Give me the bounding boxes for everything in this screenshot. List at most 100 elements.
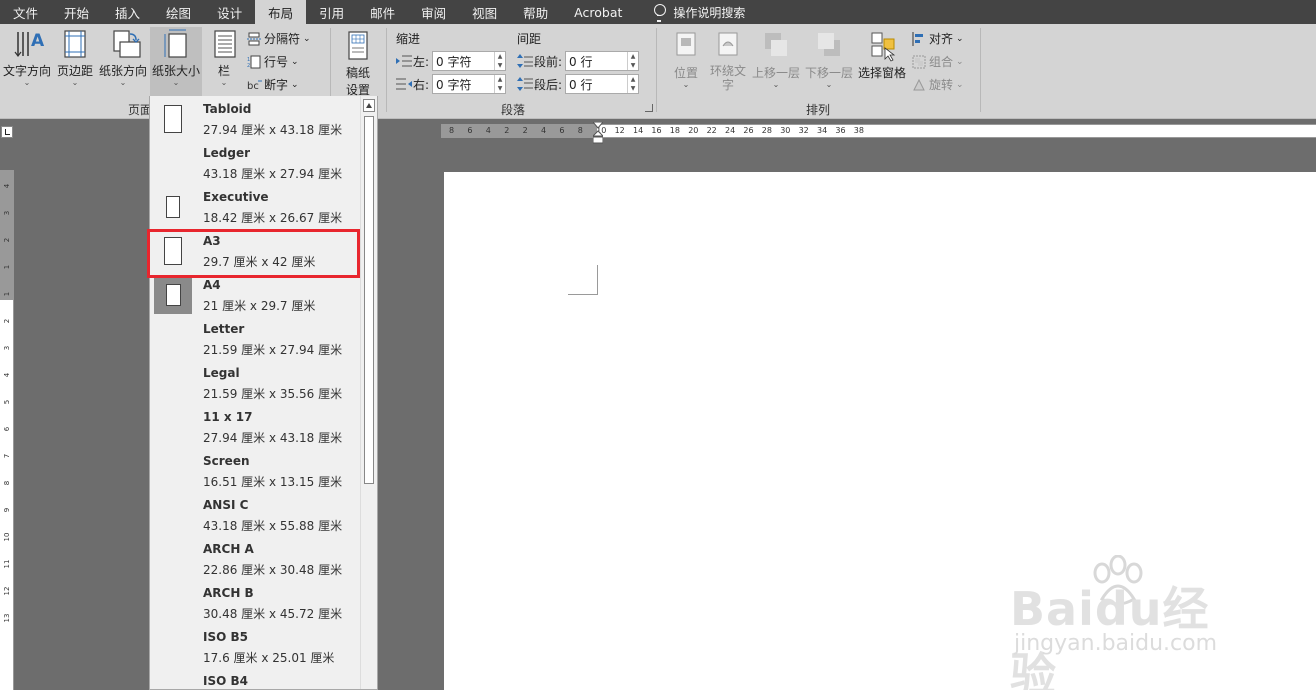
paper-size-list: Tabloid 27.94 厘米 x 43.18 厘米 Ledger 43.18 厘米… bbox=[150, 96, 360, 689]
size-button[interactable]: 纸张大小 ⌄ bbox=[150, 27, 202, 96]
ruler-tick-label: 12 bbox=[614, 126, 625, 135]
indent-right-input[interactable]: 0 字符 ▲ ▼ bbox=[432, 74, 507, 94]
paragraph-dialog-launcher-icon[interactable] bbox=[645, 104, 653, 112]
tell-me-search[interactable]: 操作说明搜索 bbox=[635, 0, 745, 24]
paper-size-dimensions: 30.48 厘米 x 45.72 厘米 bbox=[203, 607, 343, 621]
paper-size-item[interactable]: ARCH A 22.86 厘米 x 30.48 厘米 bbox=[150, 536, 360, 580]
group-divider bbox=[386, 28, 387, 112]
horizontal-ruler[interactable]: 8 6 4 2 2 4 6 8 10 12 14 16 18 20 22 24 26 28 30 32 34 36 38 bbox=[441, 124, 1316, 138]
ruler-tick-label: 3 bbox=[3, 210, 11, 216]
tab-design[interactable]: 设计 bbox=[204, 0, 255, 24]
paper-size-item[interactable]: ISO B5 17.6 厘米 x 25.01 厘米 bbox=[150, 624, 360, 668]
paper-icon bbox=[164, 105, 182, 133]
wrap-text-button[interactable]: 环绕文 字 bbox=[708, 30, 748, 92]
ruler-tick-label: 4 bbox=[485, 126, 491, 135]
ruler-tick-label: 36 bbox=[835, 126, 846, 135]
paper-size-item[interactable]: ISO B4 bbox=[150, 668, 360, 689]
margins-label: 页边距 bbox=[56, 64, 93, 78]
paper-size-dimensions: 27.94 厘米 x 43.18 厘米 bbox=[203, 431, 343, 445]
position-button[interactable]: 位置 ⌄ bbox=[666, 30, 706, 89]
tab-references[interactable]: 引用 bbox=[306, 0, 357, 24]
breaks-button[interactable]: 分隔符 ⌄ bbox=[247, 30, 311, 47]
vertical-ruler[interactable]: 4 3 2 1 1 2 3 4 5 6 7 8 9 10 11 12 13 bbox=[0, 170, 14, 690]
position-label: 位置 bbox=[673, 66, 698, 80]
draft-paper-button[interactable]: 稿纸 设置 bbox=[338, 30, 378, 98]
tab-file[interactable]: 文件 bbox=[0, 0, 51, 24]
dropdown-scrollbar[interactable] bbox=[360, 96, 377, 689]
tab-mailings[interactable]: 邮件 bbox=[357, 0, 408, 24]
spacing-before-row: 段前: 0 行 ▲ ▼ bbox=[517, 51, 640, 71]
tab-insert[interactable]: 插入 bbox=[102, 0, 153, 24]
paper-size-item[interactable]: Letter 21.59 厘米 x 27.94 厘米 bbox=[150, 316, 360, 360]
paper-size-item[interactable]: Ledger 43.18 厘米 x 27.94 厘米 bbox=[150, 140, 360, 184]
scroll-up-icon[interactable] bbox=[363, 99, 375, 112]
scroll-thumb[interactable] bbox=[364, 116, 374, 484]
paper-thumbnail bbox=[154, 144, 192, 182]
spinner-icon[interactable]: ▲ ▼ bbox=[627, 75, 638, 93]
paper-size-item[interactable]: Executive 18.42 厘米 x 26.67 厘米 bbox=[150, 184, 360, 228]
line-numbers-button[interactable]: 12 行号 ⌄ bbox=[247, 53, 299, 70]
rotate-button[interactable]: 旋转 ⌄ bbox=[912, 76, 964, 93]
paper-thumbnail bbox=[154, 628, 192, 666]
paper-size-item[interactable]: A3 29.7 厘米 x 42 厘米 bbox=[150, 228, 360, 272]
paper-size-dimensions: 21.59 厘米 x 27.94 厘米 bbox=[203, 343, 343, 357]
tab-home[interactable]: 开始 bbox=[51, 0, 102, 24]
paper-size-dimensions: 22.86 厘米 x 30.48 厘米 bbox=[203, 563, 343, 577]
paper-size-item[interactable]: Legal 21.59 厘米 x 35.56 厘米 bbox=[150, 360, 360, 404]
paper-size-item[interactable]: 11 x 17 27.94 厘米 x 43.18 厘米 bbox=[150, 404, 360, 448]
paper-thumbnail bbox=[154, 320, 192, 358]
spacing-after-input[interactable]: 0 行 ▲ ▼ bbox=[565, 74, 640, 94]
margins-button[interactable]: 页边距 ⌄ bbox=[54, 28, 96, 87]
group-label: 组合 bbox=[929, 55, 954, 69]
chevron-down-icon: ⌄ bbox=[956, 33, 964, 44]
ruler-tick-label: 8 bbox=[577, 126, 583, 135]
spinner-icon[interactable]: ▲ ▼ bbox=[494, 52, 505, 70]
paper-thumbnail bbox=[154, 540, 192, 578]
hyphenation-button[interactable]: bc 断字 ⌄ bbox=[247, 76, 299, 93]
spacing-after-value: 0 行 bbox=[569, 77, 593, 92]
tab-draw[interactable]: 绘图 bbox=[153, 0, 204, 24]
spinner-icon[interactable]: ▲ ▼ bbox=[627, 52, 638, 70]
paper-size-item[interactable]: ANSI C 43.18 厘米 x 55.88 厘米 bbox=[150, 492, 360, 536]
send-backward-label: 下移一层 bbox=[804, 66, 853, 80]
ruler-tick-label: 11 bbox=[3, 559, 11, 569]
ruler-margin bbox=[441, 125, 597, 137]
spacing-before-input[interactable]: 0 行 ▲ ▼ bbox=[565, 51, 640, 71]
tab-acrobat[interactable]: Acrobat bbox=[561, 0, 635, 24]
align-button[interactable]: 对齐 ⌄ bbox=[912, 30, 964, 47]
svg-text:bc: bc bbox=[247, 81, 259, 92]
tab-layout[interactable]: 布局 bbox=[255, 0, 307, 24]
paper-size-item[interactable]: Screen 16.51 厘米 x 13.15 厘米 bbox=[150, 448, 360, 492]
wrap-text-icon bbox=[713, 30, 743, 62]
selection-pane-button[interactable]: 选择窗格 bbox=[856, 30, 908, 81]
spinner-icon[interactable]: ▲ ▼ bbox=[494, 75, 505, 93]
paper-thumbnail bbox=[154, 364, 192, 402]
paper-size-item[interactable]: A4 21 厘米 x 29.7 厘米 bbox=[150, 272, 360, 316]
paper-size-dimensions: 21.59 厘米 x 35.56 厘米 bbox=[203, 387, 343, 401]
tab-stop-selector-icon[interactable] bbox=[1, 126, 13, 138]
indent-marker-icon[interactable] bbox=[591, 121, 605, 146]
svg-text:2: 2 bbox=[247, 63, 250, 69]
ruler-tick-label: 1 bbox=[3, 264, 11, 270]
text-direction-button[interactable]: A 文字方向 ⌄ bbox=[2, 28, 52, 87]
paper-size-item[interactable]: ARCH B 30.48 厘米 x 45.72 厘米 bbox=[150, 580, 360, 624]
tab-help[interactable]: 帮助 bbox=[510, 0, 561, 24]
menu-bar: 文件 开始 插入 绘图 设计 布局 引用 邮件 审阅 视图 帮助 Acrobat… bbox=[0, 0, 1316, 24]
group-objects-button[interactable]: 组合 ⌄ bbox=[912, 53, 964, 70]
tab-view[interactable]: 视图 bbox=[459, 0, 510, 24]
indent-right-value: 0 字符 bbox=[436, 77, 472, 92]
paper-size-item[interactable]: Tabloid 27.94 厘米 x 43.18 厘米 bbox=[150, 96, 360, 140]
paper-size-name: ARCH B bbox=[203, 586, 254, 600]
tab-review[interactable]: 审阅 bbox=[408, 0, 459, 24]
indent-left-value: 0 字符 bbox=[436, 54, 472, 69]
orientation-button[interactable]: 纸张方向 ⌄ bbox=[97, 28, 149, 87]
send-backward-button[interactable]: 下移一层 ⌄ bbox=[803, 30, 855, 89]
ruler-tick-label: 8 bbox=[3, 480, 11, 486]
bring-forward-button[interactable]: 上移一层 ⌄ bbox=[750, 30, 802, 89]
paper-thumbnail bbox=[154, 408, 192, 446]
lightbulb-icon bbox=[653, 4, 667, 22]
columns-button[interactable]: 栏 ⌄ bbox=[205, 28, 243, 87]
ruler-tick-label: 12 bbox=[3, 586, 11, 596]
indent-left-input[interactable]: 0 字符 ▲ ▼ bbox=[432, 51, 507, 71]
columns-label: 栏 bbox=[217, 64, 230, 78]
